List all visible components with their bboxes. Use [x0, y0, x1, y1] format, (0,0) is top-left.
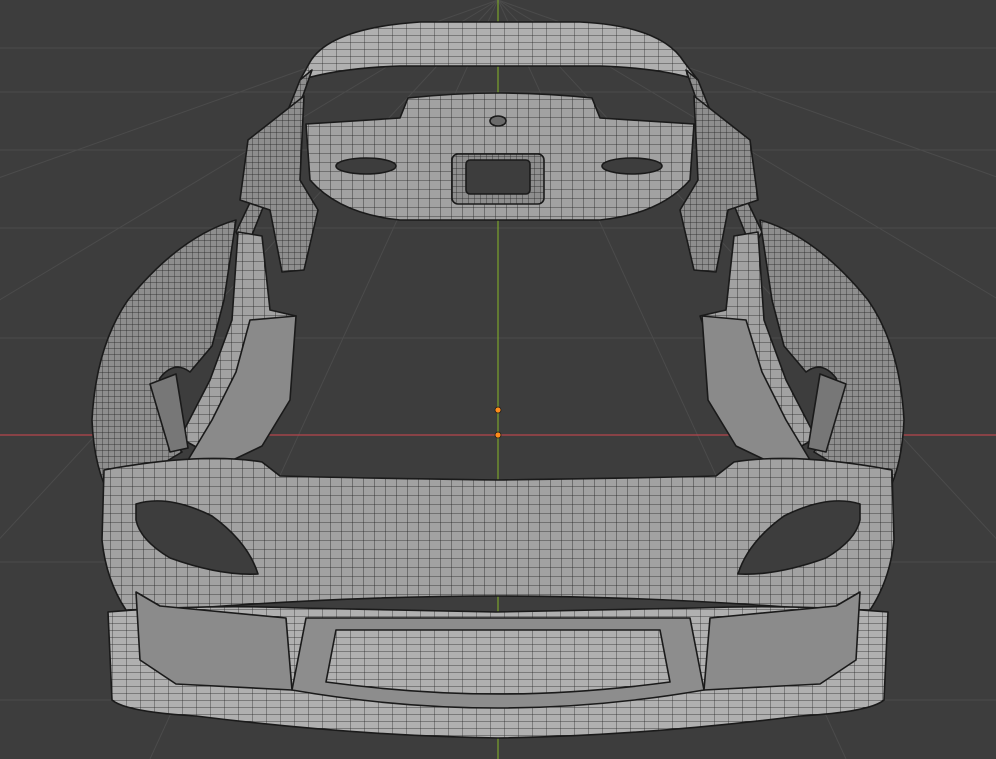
object-origin-dot[interactable]: [494, 406, 502, 414]
firewall-hole: [465, 159, 531, 195]
firewall-vent-left: [335, 157, 397, 175]
3d-viewport[interactable]: [0, 0, 996, 759]
firewall-vent-right: [601, 157, 663, 175]
viewport-canvas[interactable]: [0, 0, 996, 759]
world-origin-dot[interactable]: [494, 431, 502, 439]
roof-panel: [299, 21, 699, 81]
front-intake-opening: [325, 629, 671, 695]
firewall-bolt: [489, 115, 507, 127]
